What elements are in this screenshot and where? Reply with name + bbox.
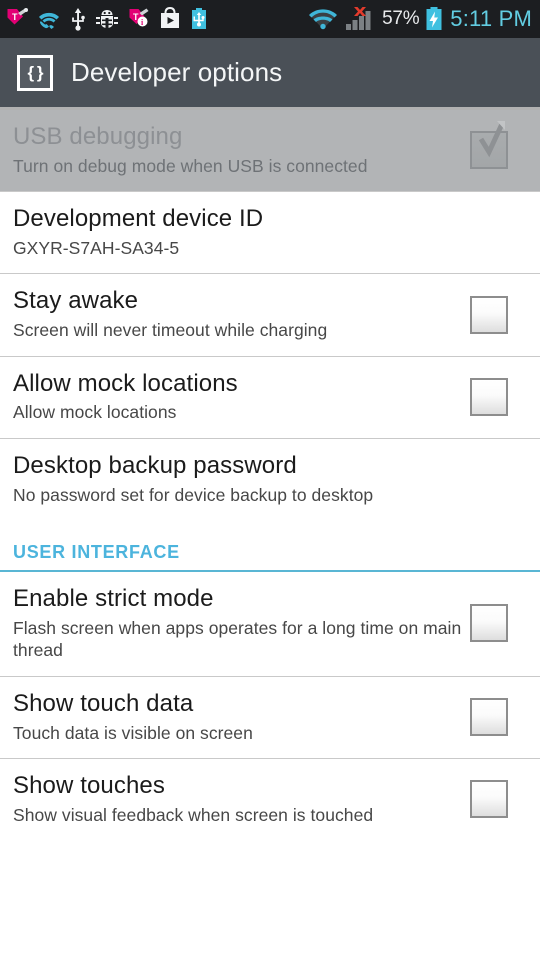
row-summary: GXYR-S7AH-SA34-5 (13, 238, 180, 259)
row-text-block: Desktop backup password No password set f… (13, 452, 524, 506)
usb-battery-icon (190, 7, 208, 31)
row-text-block: Development device ID GXYR-S7AH-SA34-5 (13, 205, 524, 259)
cell-signal-no-service-icon (344, 6, 376, 32)
usb-icon (70, 7, 86, 31)
battery-percent-label: 57% (382, 8, 420, 29)
row-text-block: USB debugging Turn on debug mode when USB… (13, 123, 470, 177)
play-store-bag-icon (159, 6, 181, 31)
row-summary: Touch data is visible on screen (13, 722, 253, 743)
checkbox-enable-strict-mode[interactable] (470, 604, 508, 643)
settings-row-stay-awake[interactable]: Stay awake Screen will never timeout whil… (0, 274, 540, 356)
svg-text:T: T (12, 12, 18, 22)
row-summary: No password set for device backup to des… (13, 484, 374, 505)
settings-row-allow-mock-locations[interactable]: Allow mock locations Allow mock locations (0, 356, 540, 438)
settings-row-enable-strict-mode[interactable]: Enable strict mode Flash screen when apps… (0, 572, 540, 676)
row-text-block: Stay awake Screen will never timeout whil… (13, 287, 470, 341)
settings-row-show-touches[interactable]: Show touches Show visual feedback when sc… (0, 758, 540, 841)
row-summary: Flash screen when apps operates for a lo… (13, 617, 462, 661)
wifi-signal-icon (308, 7, 338, 31)
status-bar-clock: 5:11 PM (450, 6, 532, 31)
row-summary: Turn on debug mode when USB is connected (13, 155, 368, 176)
row-summary: Allow mock locations (13, 402, 177, 423)
settings-row-usb-debugging[interactable]: USB debugging Turn on debug mode when USB… (0, 110, 540, 192)
checkbox-stay-awake[interactable] (470, 295, 508, 334)
status-bar-notification-icons: T T i (6, 6, 208, 31)
status-bar-system-icons: 57% 5:11 PM (308, 6, 532, 32)
row-summary: Show visual feedback when screen is touc… (13, 804, 374, 825)
row-title: Allow mock locations (13, 369, 238, 397)
curly-braces-icon: { } (17, 54, 53, 91)
checkbox-show-touch-data[interactable] (470, 697, 508, 736)
settings-row-desktop-backup-password[interactable]: Desktop backup password No password set f… (0, 438, 540, 521)
row-text-block: Enable strict mode Flash screen when apps… (13, 585, 470, 662)
row-text-block: Allow mock locations Allow mock locations (13, 370, 470, 424)
checkbox-show-touches[interactable] (470, 780, 508, 819)
wifi-calling-icon (37, 8, 61, 30)
tmobile-tag-icon: T (6, 7, 28, 31)
row-title: Show touches (13, 771, 165, 799)
status-bar[interactable]: T T i 57% 5:11 PM (0, 0, 540, 38)
row-title: Enable strict mode (13, 585, 214, 613)
settings-row-development-device-id[interactable]: Development device ID GXYR-S7AH-SA34-5 (0, 192, 540, 274)
row-title: Show touch data (13, 689, 194, 717)
settings-row-show-touch-data[interactable]: Show touch data Touch data is visible on … (0, 676, 540, 758)
row-title: Development device ID (13, 205, 264, 233)
tmobile-info-tag-icon: T i (128, 7, 150, 31)
action-bar[interactable]: { } Developer options (0, 38, 540, 110)
row-title: Desktop backup password (13, 451, 297, 479)
check-mark-icon (478, 121, 505, 158)
row-summary: Screen will never timeout while charging (13, 320, 328, 341)
row-title: Stay awake (13, 287, 139, 315)
checkbox-usb-debugging[interactable] (470, 121, 508, 170)
battery-charging-icon (425, 6, 443, 32)
row-text-block: Show touches Show visual feedback when sc… (13, 772, 470, 826)
checkbox-allow-mock-locations[interactable] (470, 377, 508, 416)
page-title: Developer options (71, 57, 283, 87)
row-title: USB debugging (13, 123, 183, 150)
android-debug-bug-icon (95, 8, 119, 30)
row-text-block: Show touch data Touch data is visible on … (13, 690, 470, 744)
settings-list[interactable]: USB debugging Turn on debug mode when USB… (0, 110, 540, 841)
section-user-interface: USER INTERFACE (13, 542, 180, 563)
